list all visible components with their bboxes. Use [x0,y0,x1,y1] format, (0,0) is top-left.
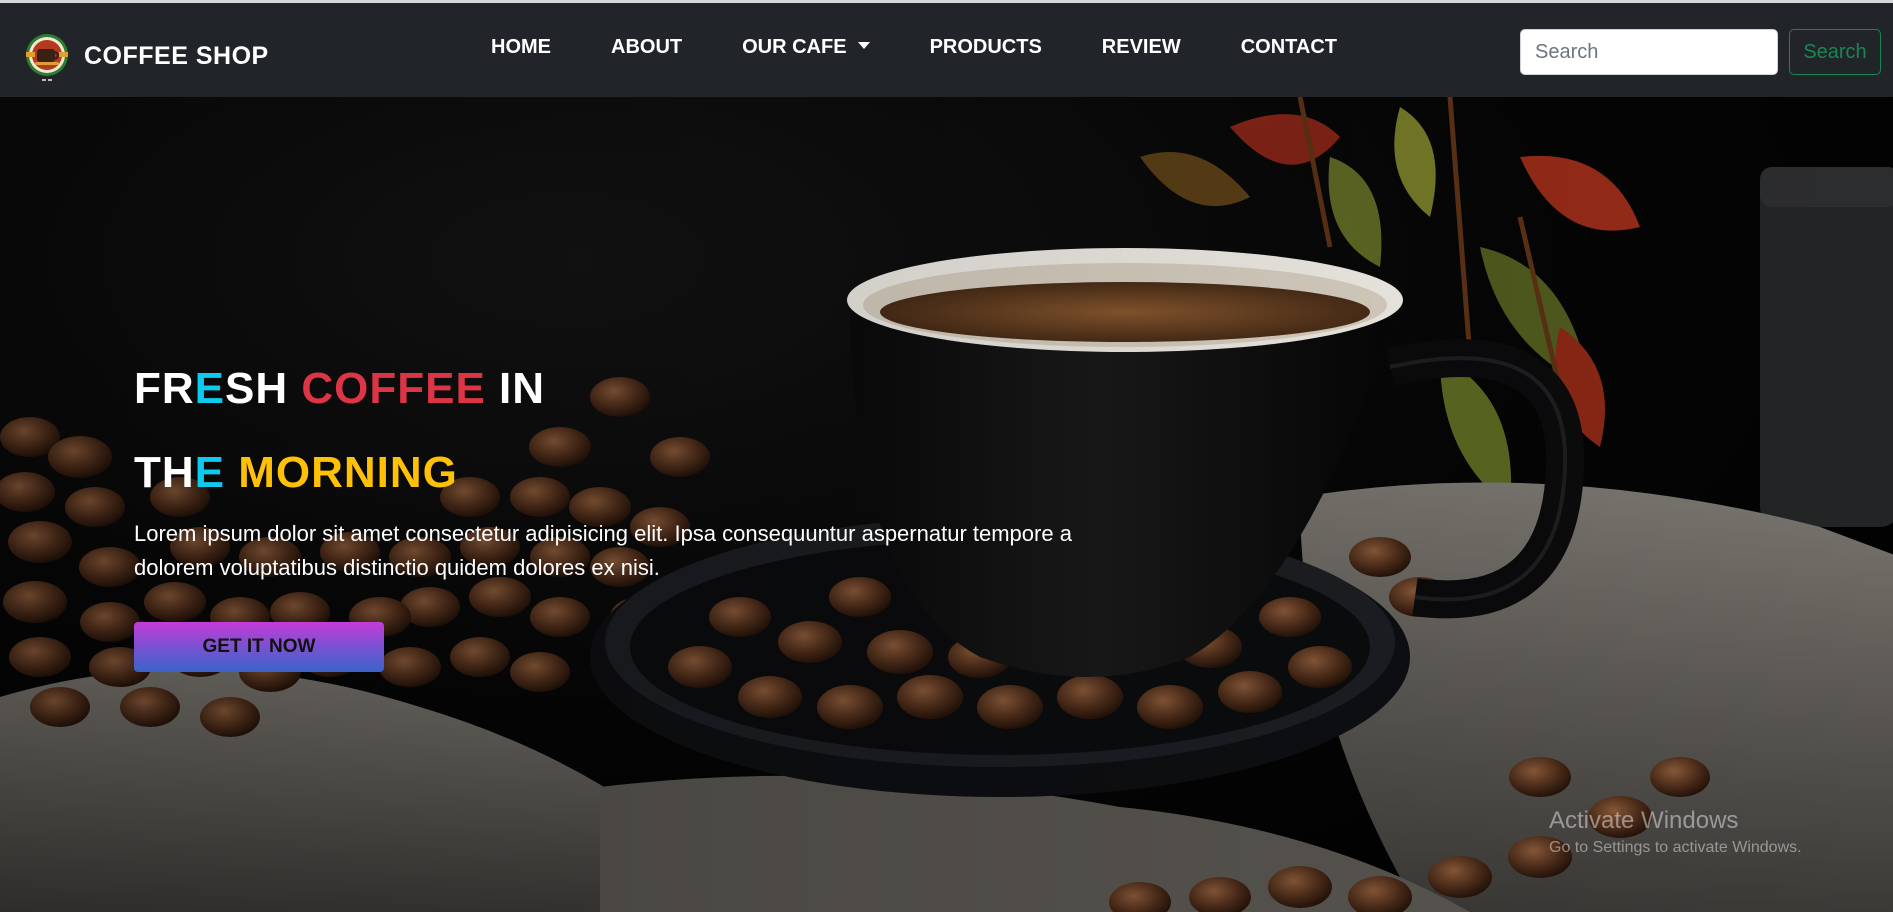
hero-title-fragment: IN [485,364,546,413]
brand-name: COFFEE SHOP [84,41,269,70]
activate-windows-watermark: Activate Windows Go to Settings to activ… [1549,806,1802,860]
hero-paragraph: Lorem ipsum dolor sit amet consectetur a… [134,521,1072,580]
nav-link-contact[interactable]: CONTACT [1241,36,1337,59]
hero-title-fragment: TH [134,448,195,497]
nav-link-about[interactable]: ABOUT [611,36,682,59]
hero-title-fragment: E [194,364,226,413]
hero-section: FRESH COFFEE IN THE MORNING Lorem ipsum … [0,97,1893,912]
hero-title-fragment: E [194,448,226,497]
nav-links: HOME ABOUT OUR CAFE PRODUCTS REVIEW CONT… [491,36,1397,59]
caret-down-icon [857,42,870,49]
nav-link-home[interactable]: HOME [491,36,551,59]
brand-link[interactable]: COFFEE SHOP [22,29,269,83]
nav-link-our-cafe-label: OUR CAFE [742,36,847,58]
page: COFFEE SHOP HOME ABOUT OUR CAFE PRODUCTS… [0,0,1893,912]
search-button[interactable]: Search [1789,29,1881,75]
get-it-now-button[interactable]: GET IT NOW [134,622,384,672]
hero-title-fragment: FR [134,364,195,413]
hero-title-line-1: FRESH COFFEE IN [134,347,1134,431]
hero-content: FRESH COFFEE IN THE MORNING Lorem ipsum … [134,347,1134,672]
hero-title-line-2: THE MORNING [134,431,1134,515]
nav-link-review[interactable]: REVIEW [1102,36,1181,59]
hero-title-highlight-morning: MORNING [225,448,458,497]
nav-link-our-cafe-dropdown[interactable]: OUR CAFE [742,36,870,59]
hero-title-fragment: SH [225,364,302,413]
coffee-cup-logo-icon [26,34,68,81]
nav-link-products[interactable]: PRODUCTS [930,36,1042,59]
search-form: Search [1520,29,1881,75]
navbar: COFFEE SHOP HOME ABOUT OUR CAFE PRODUCTS… [0,0,1893,97]
hero-title-highlight-coffee: COFFEE [301,364,486,413]
watermark-title: Activate Windows [1549,807,1739,834]
search-input[interactable] [1520,29,1778,75]
watermark-subtitle: Go to Settings to activate Windows. [1549,839,1802,856]
